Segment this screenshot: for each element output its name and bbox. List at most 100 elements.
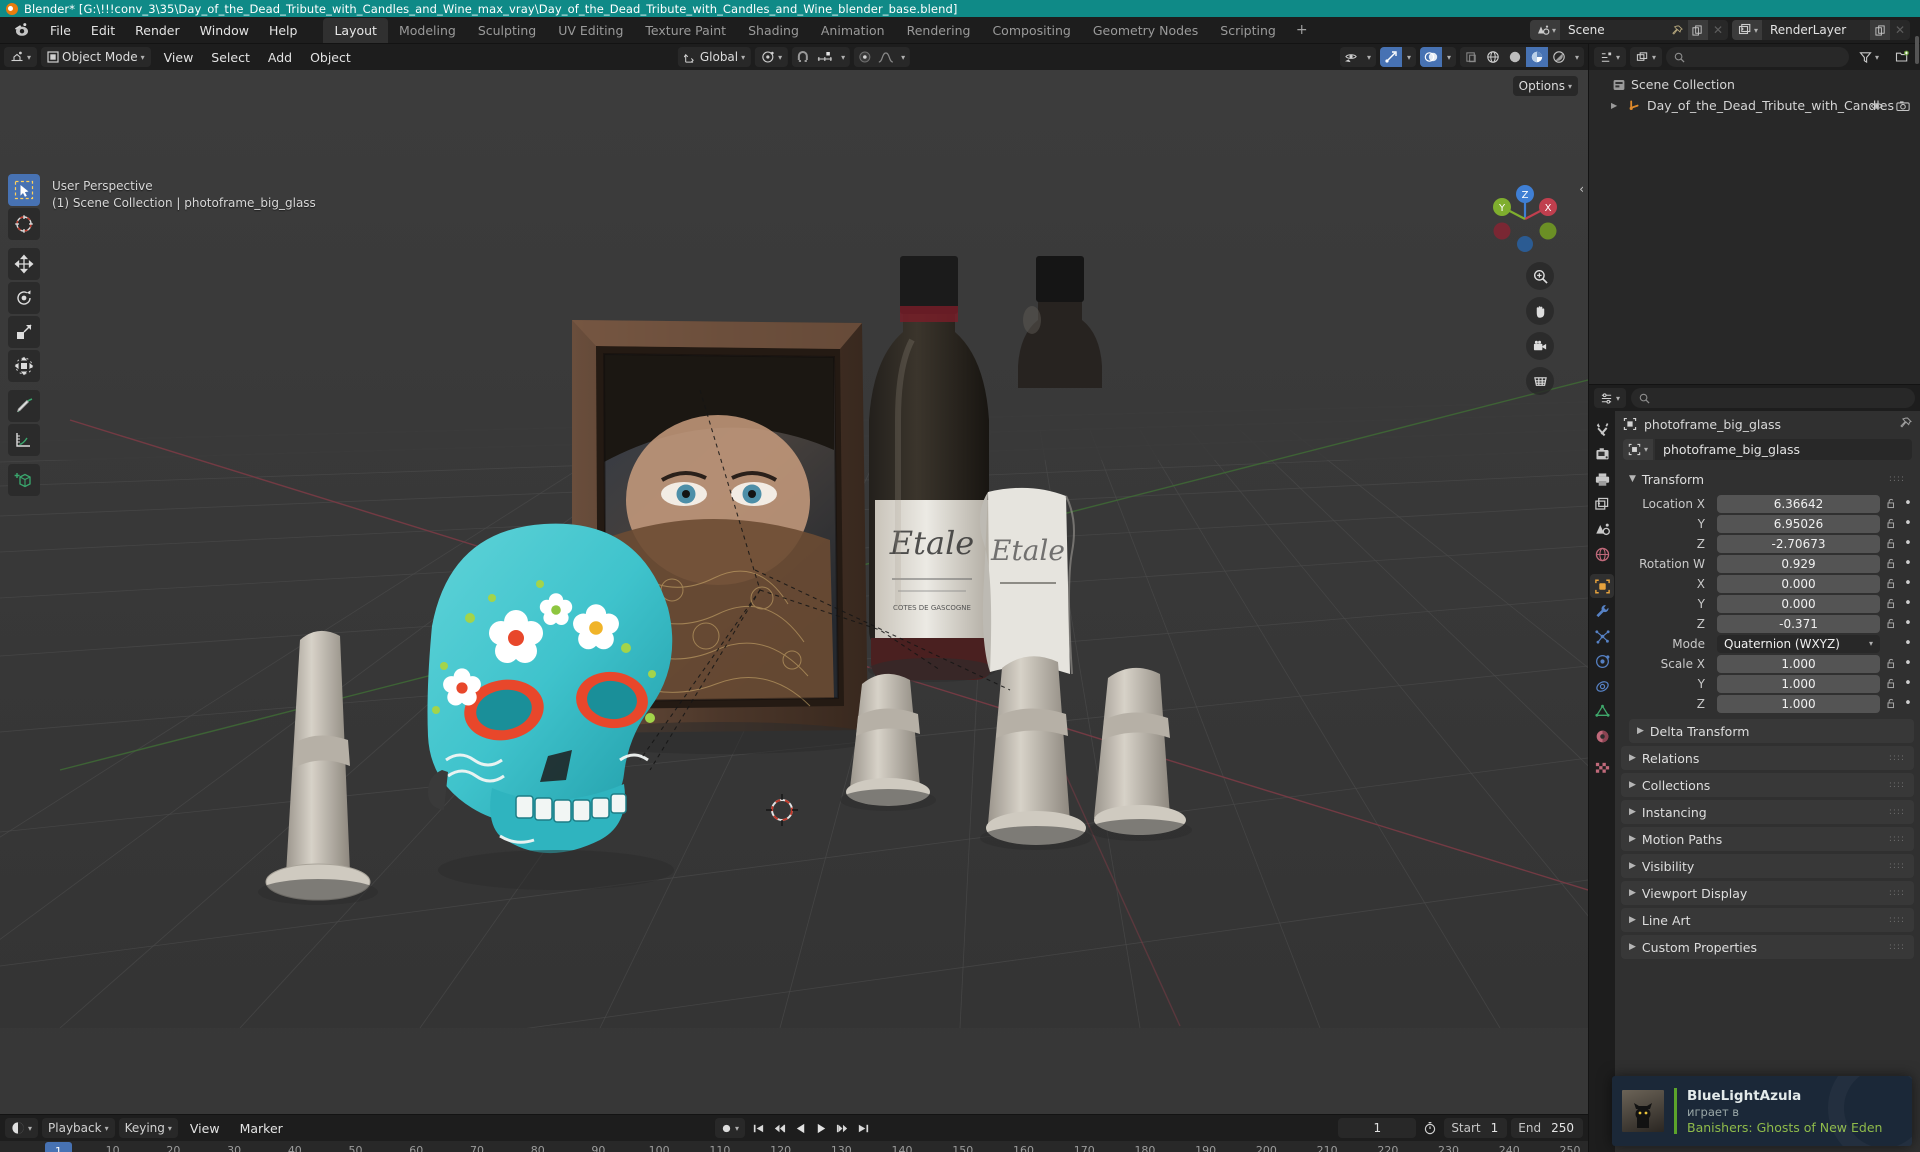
editor-type-properties-icon[interactable]: ▾ bbox=[1594, 388, 1627, 408]
tweak-select-box-tool[interactable] bbox=[8, 174, 40, 206]
jump-to-prev-keyframe-icon[interactable] bbox=[769, 1118, 789, 1138]
pin-icon[interactable] bbox=[1668, 20, 1688, 40]
panel-delta-transform[interactable]: ▶ Delta Transform bbox=[1629, 719, 1914, 743]
pivot-point-icon[interactable]: ▾ bbox=[755, 47, 789, 67]
record-icon[interactable]: ▾ bbox=[714, 1118, 746, 1138]
viewport-menu-object[interactable]: Object bbox=[301, 48, 360, 67]
panel-visibility[interactable]: ▶ Visibility:::: bbox=[1621, 854, 1914, 878]
workspace-tab-animation[interactable]: Animation bbox=[810, 18, 896, 43]
scale-z-input[interactable]: 1.000 bbox=[1717, 694, 1880, 713]
play-reverse-icon[interactable] bbox=[790, 1118, 810, 1138]
editor-type-timeline-icon[interactable]: ▾ bbox=[5, 1118, 39, 1138]
gizmo-dropdown-icon[interactable]: ▾ bbox=[1402, 47, 1416, 67]
animate-property-dot[interactable]: • bbox=[1902, 677, 1914, 690]
new-view-layer-button[interactable] bbox=[1870, 20, 1890, 40]
panel-custom-properties[interactable]: ▶ Custom Properties:::: bbox=[1621, 935, 1914, 959]
rotation-y-input[interactable]: 0.000 bbox=[1717, 594, 1880, 613]
jump-to-end-icon[interactable] bbox=[853, 1118, 873, 1138]
magnet-icon[interactable] bbox=[792, 47, 814, 67]
transform-orientation-selector[interactable]: Global ▾ bbox=[677, 47, 752, 67]
modifier-tab[interactable] bbox=[1590, 599, 1614, 623]
view-layer-tab[interactable] bbox=[1590, 492, 1614, 516]
panel-viewport-display[interactable]: ▶ Viewport Display:::: bbox=[1621, 881, 1914, 905]
xray-icon[interactable] bbox=[1460, 47, 1482, 67]
pan-hand-icon[interactable] bbox=[1526, 297, 1554, 325]
playback-menu[interactable]: Playback ▾ bbox=[42, 1118, 115, 1138]
panel-collections[interactable]: ▶ Collections:::: bbox=[1621, 773, 1914, 797]
lock-icon[interactable] bbox=[1884, 678, 1898, 689]
panel-instancing[interactable]: ▶ Instancing:::: bbox=[1621, 800, 1914, 824]
lock-icon[interactable] bbox=[1884, 558, 1898, 569]
workspace-tab-compositing[interactable]: Compositing bbox=[981, 18, 1081, 43]
gizmo-icon[interactable] bbox=[1380, 47, 1402, 67]
proportional-edit-group[interactable]: ▾ bbox=[854, 47, 911, 67]
render-tab[interactable] bbox=[1590, 442, 1614, 466]
lock-icon[interactable] bbox=[1884, 578, 1898, 589]
rotation-x-input[interactable]: 0.000 bbox=[1717, 574, 1880, 593]
outliner-tree[interactable]: Scene Collection ▶ Day_of_the_Dead_Tribu… bbox=[1589, 36, 1920, 384]
add-workspace-button[interactable]: + bbox=[1287, 18, 1317, 42]
rotation-mode-input[interactable]: Quaternion (WXYZ) ▾ bbox=[1717, 634, 1880, 653]
jump-to-start-icon[interactable] bbox=[748, 1118, 768, 1138]
visibility-icon[interactable] bbox=[1340, 47, 1362, 67]
filter-funnel-icon[interactable]: ▾ bbox=[1853, 47, 1885, 67]
texture-tab[interactable] bbox=[1590, 756, 1614, 780]
object-data-tab[interactable] bbox=[1590, 699, 1614, 723]
location-z-input[interactable]: -2.70673 bbox=[1717, 534, 1880, 553]
object-name-field[interactable]: photoframe_big_glass bbox=[1655, 439, 1912, 460]
animate-property-dot[interactable]: • bbox=[1902, 497, 1914, 510]
editor-type-3dview-icon[interactable]: ▾ bbox=[4, 47, 38, 67]
tool-tab[interactable] bbox=[1590, 417, 1614, 441]
snap-increment-icon[interactable] bbox=[814, 47, 836, 67]
shading-rendered-icon[interactable] bbox=[1548, 47, 1570, 67]
menu-help[interactable]: Help bbox=[259, 20, 308, 41]
outliner-search-input[interactable] bbox=[1666, 47, 1849, 67]
viewport-menu-view[interactable]: View bbox=[155, 48, 203, 67]
shading-solid-icon[interactable] bbox=[1504, 47, 1526, 67]
timeline-marker-menu[interactable]: Marker bbox=[232, 1119, 291, 1138]
toggle-perspective-icon[interactable] bbox=[1526, 367, 1554, 395]
zoom-icon[interactable] bbox=[1526, 262, 1554, 290]
blender-menu-icon[interactable] bbox=[12, 20, 32, 40]
workspace-tab-layout[interactable]: Layout bbox=[323, 17, 388, 43]
rotation-w-input[interactable]: 0.929 bbox=[1717, 554, 1880, 573]
constraints-tab[interactable] bbox=[1590, 674, 1614, 698]
rotation-z-input[interactable]: -0.371 bbox=[1717, 614, 1880, 633]
play-icon[interactable] bbox=[811, 1118, 831, 1138]
cursor-tool[interactable] bbox=[8, 208, 40, 240]
world-tab[interactable] bbox=[1590, 542, 1614, 566]
animate-property-dot[interactable]: • bbox=[1902, 697, 1914, 710]
overlays-icon[interactable] bbox=[1420, 47, 1442, 67]
viewport-menu-add[interactable]: Add bbox=[259, 48, 301, 67]
panel-relations[interactable]: ▶ Relations:::: bbox=[1621, 746, 1914, 770]
workspace-tab-geometry-nodes[interactable]: Geometry Nodes bbox=[1082, 18, 1209, 43]
render-camera-icon[interactable] bbox=[1896, 100, 1910, 112]
rotate-tool[interactable] bbox=[8, 282, 40, 314]
current-frame-field[interactable]: 1 bbox=[1338, 1118, 1417, 1138]
transform-tool[interactable] bbox=[8, 350, 40, 382]
close-icon[interactable]: ✕ bbox=[1890, 20, 1910, 40]
viewport-menu-select[interactable]: Select bbox=[202, 48, 259, 67]
visibility-eye-icon[interactable] bbox=[1870, 100, 1884, 112]
scene-tab[interactable] bbox=[1590, 517, 1614, 541]
end-frame-field[interactable]: End 250 bbox=[1511, 1118, 1583, 1138]
scene-selector[interactable]: ▾ Scene ✕ bbox=[1529, 20, 1728, 40]
expand-arrow-icon[interactable]: ▶ bbox=[1611, 101, 1623, 110]
workspace-tab-uv-editing[interactable]: UV Editing bbox=[547, 18, 634, 43]
animate-property-dot[interactable]: • bbox=[1902, 597, 1914, 610]
overlays-dropdown-icon[interactable]: ▾ bbox=[1442, 47, 1456, 67]
jump-to-next-keyframe-icon[interactable] bbox=[832, 1118, 852, 1138]
outliner-row-object[interactable]: ▶ Day_of_the_Dead_Tribute_with_Candles bbox=[1589, 95, 1920, 116]
lock-icon[interactable] bbox=[1884, 658, 1898, 669]
workspace-tab-scripting[interactable]: Scripting bbox=[1209, 18, 1287, 43]
keying-menu[interactable]: Keying ▾ bbox=[118, 1118, 178, 1138]
panel-line-art[interactable]: ▶ Line Art:::: bbox=[1621, 908, 1914, 932]
output-tab[interactable] bbox=[1590, 467, 1614, 491]
viewport-options-button[interactable]: Options ▾ bbox=[1512, 76, 1578, 96]
steam-notification[interactable]: BlueLightAzula играет в Banishers: Ghost… bbox=[1612, 1076, 1912, 1146]
scale-y-input[interactable]: 1.000 bbox=[1717, 674, 1880, 693]
location-y-input[interactable]: 6.95026 bbox=[1717, 514, 1880, 533]
animate-property-dot[interactable]: • bbox=[1902, 557, 1914, 570]
animate-property-dot[interactable]: • bbox=[1902, 517, 1914, 530]
lock-icon[interactable] bbox=[1884, 618, 1898, 629]
